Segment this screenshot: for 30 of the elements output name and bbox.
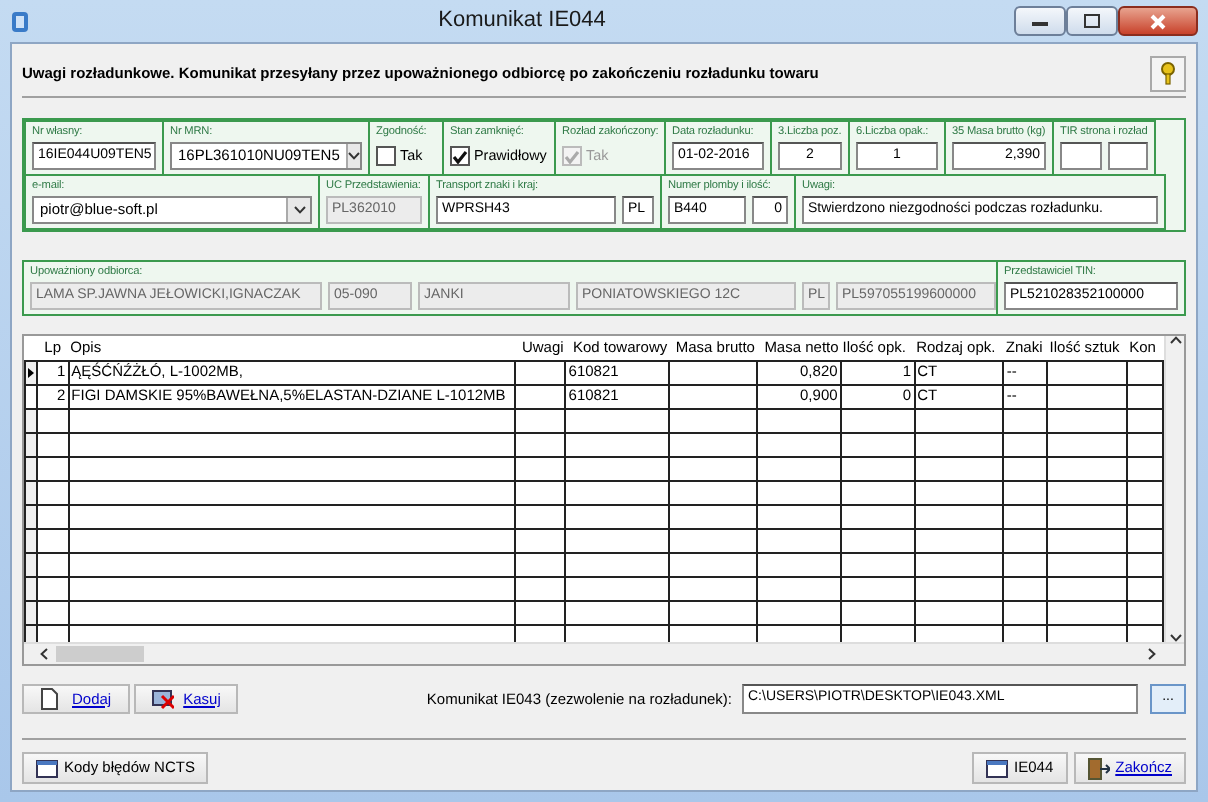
vertical-scrollbar[interactable] xyxy=(1164,336,1184,642)
close-button[interactable] xyxy=(1118,6,1198,36)
close-icon xyxy=(1150,13,1166,29)
chevron-left-icon xyxy=(40,648,48,660)
minimize-button[interactable] xyxy=(1014,6,1066,36)
input-field[interactable] xyxy=(1107,142,1148,170)
chevron-down-icon xyxy=(1169,634,1182,642)
app-icon xyxy=(10,9,30,33)
exit-door-icon xyxy=(1087,757,1110,779)
window-icon xyxy=(986,757,1009,779)
triangle-right-icon xyxy=(28,367,34,378)
chevron-down-icon xyxy=(347,152,360,160)
window-icon xyxy=(36,757,58,779)
window-title: Komunikat IE044 xyxy=(436,6,608,37)
horizontal-scrollbar[interactable] xyxy=(24,642,1184,664)
input-field[interactable] xyxy=(1060,142,1101,170)
delete-icon xyxy=(151,688,174,710)
chevron-right-icon xyxy=(1148,648,1156,660)
checkbox[interactable] xyxy=(450,146,470,166)
maximize-icon xyxy=(1084,14,1100,28)
chevron-down-icon xyxy=(293,206,305,214)
checkbox[interactable] xyxy=(376,146,396,166)
row-selector[interactable] xyxy=(25,360,37,384)
maximize-button[interactable] xyxy=(1066,6,1118,36)
chevron-up-icon xyxy=(1169,336,1182,344)
document-icon xyxy=(40,688,62,710)
scrollbar-thumb[interactable] xyxy=(56,646,144,662)
key-icon xyxy=(1160,61,1176,85)
help-button[interactable] xyxy=(1150,55,1186,91)
check-icon xyxy=(452,149,468,163)
